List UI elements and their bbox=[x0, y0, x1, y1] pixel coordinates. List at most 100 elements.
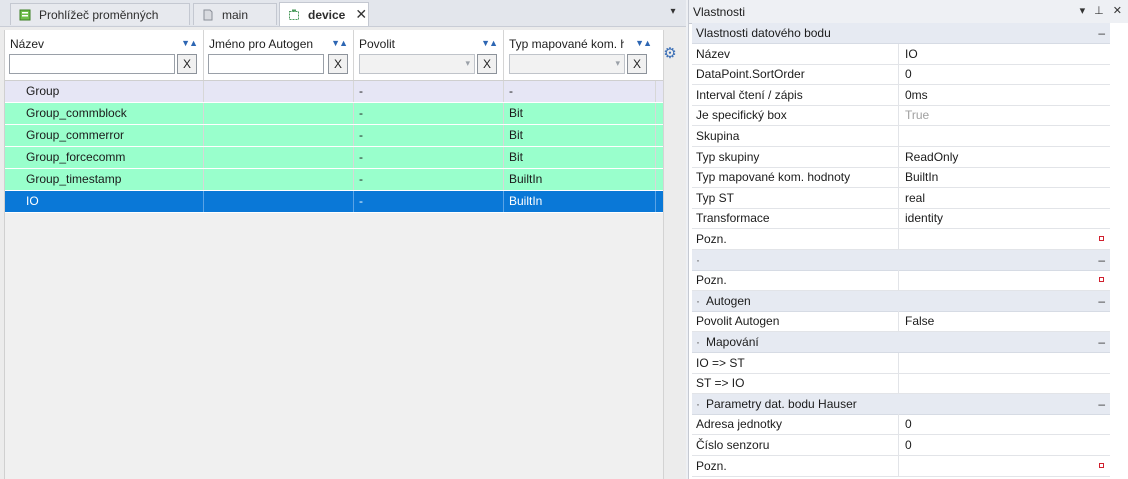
property-row[interactable]: Typ skupiny ReadOnly bbox=[692, 146, 1110, 168]
property-row[interactable]: Transformace identity bbox=[692, 208, 1110, 230]
expand-dot-icon[interactable]: · bbox=[696, 291, 706, 311]
property-row[interactable]: Povolit Autogen False bbox=[692, 311, 1110, 333]
column-header-nazev[interactable]: Název ▼▲ X bbox=[5, 30, 204, 80]
scrollbar[interactable] bbox=[1110, 23, 1128, 479]
property-value[interactable]: 0 bbox=[899, 435, 1110, 455]
cell-typ[interactable]: BuiltIn bbox=[504, 169, 656, 190]
property-value[interactable]: False bbox=[899, 311, 1110, 331]
collapse-icon[interactable]: – bbox=[1098, 332, 1105, 352]
cell-name[interactable]: Group bbox=[5, 81, 204, 102]
collapse-icon[interactable]: – bbox=[1098, 291, 1105, 311]
edit-text-icon[interactable] bbox=[1099, 277, 1104, 283]
filter-select-typ[interactable]: ▾ bbox=[509, 54, 625, 74]
cell-autogen[interactable] bbox=[204, 81, 354, 102]
table-row[interactable]: Group_forcecomm - Bit bbox=[5, 147, 663, 169]
cell-name[interactable]: IO bbox=[5, 191, 204, 212]
collapse-icon[interactable]: – bbox=[1098, 23, 1105, 43]
clear-filter-button[interactable]: X bbox=[328, 54, 348, 74]
tab-variable-viewer[interactable]: Prohlížeč proměnných bbox=[10, 3, 190, 25]
property-value[interactable] bbox=[899, 456, 1110, 476]
property-row[interactable]: Pozn. bbox=[692, 455, 1110, 477]
property-row[interactable]: Interval čtení / zápis 0ms bbox=[692, 84, 1110, 106]
cell-typ[interactable]: Bit bbox=[504, 125, 656, 146]
property-category[interactable]: · Mapování – bbox=[692, 332, 1110, 353]
cell-name[interactable]: Group_commblock bbox=[5, 103, 204, 124]
filter-input-autogen[interactable] bbox=[208, 54, 324, 74]
edit-text-icon[interactable] bbox=[1099, 462, 1104, 468]
sort-icon[interactable]: ▼▲ bbox=[635, 38, 652, 48]
property-category[interactable]: Vlastnosti datového bodu – bbox=[692, 23, 1110, 44]
cell-povolit[interactable]: - bbox=[354, 191, 504, 212]
expand-dot-icon[interactable]: · bbox=[696, 332, 706, 352]
property-value[interactable]: 0 bbox=[899, 64, 1110, 84]
property-row[interactable]: DataPoint.SortOrder 0 bbox=[692, 64, 1110, 86]
property-row[interactable]: IO => ST bbox=[692, 352, 1110, 374]
column-header-autogen[interactable]: Jméno pro Autogen ▼▲ X bbox=[204, 30, 354, 80]
property-category[interactable]: · Autogen – bbox=[692, 290, 1110, 312]
filter-select-povolit[interactable]: ▾ bbox=[359, 54, 475, 74]
filter-input-nazev[interactable] bbox=[9, 54, 175, 74]
close-icon[interactable]: ✕ bbox=[355, 6, 367, 23]
cell-povolit[interactable]: - bbox=[354, 147, 504, 168]
cell-typ[interactable]: Bit bbox=[504, 147, 656, 168]
cell-povolit[interactable]: - bbox=[354, 125, 504, 146]
pane-menu-icon[interactable]: ▾ bbox=[668, 6, 678, 18]
cell-autogen[interactable] bbox=[204, 103, 354, 124]
cell-povolit[interactable]: - bbox=[354, 81, 504, 102]
property-value[interactable] bbox=[899, 353, 1110, 373]
property-row[interactable]: Pozn. bbox=[692, 229, 1110, 250]
collapse-icon[interactable]: – bbox=[1098, 250, 1105, 270]
cell-name[interactable]: Group_forcecomm bbox=[5, 147, 204, 168]
tab-main[interactable]: main bbox=[193, 3, 277, 25]
property-row[interactable]: Je specifický box True bbox=[692, 105, 1110, 127]
gear-icon[interactable]: ⚙ bbox=[662, 46, 678, 62]
column-header-povolit[interactable]: Povolit ▼▲ ▾ X bbox=[354, 30, 504, 80]
property-row[interactable]: Pozn. bbox=[692, 270, 1110, 292]
property-value[interactable]: 0 bbox=[899, 414, 1110, 434]
table-row[interactable]: IO - BuiltIn bbox=[5, 191, 663, 213]
clear-filter-button[interactable]: X bbox=[477, 54, 497, 74]
cell-autogen[interactable] bbox=[204, 191, 354, 212]
property-value[interactable] bbox=[899, 270, 1110, 290]
cell-typ[interactable]: - bbox=[504, 81, 656, 102]
cell-povolit[interactable]: - bbox=[354, 103, 504, 124]
expand-dot-icon[interactable]: · bbox=[696, 250, 706, 270]
property-row[interactable]: ST => IO bbox=[692, 373, 1110, 395]
cell-name[interactable]: Group_commerror bbox=[5, 125, 204, 146]
table-row[interactable]: Group_commerror - Bit bbox=[5, 125, 663, 147]
cell-autogen[interactable] bbox=[204, 147, 354, 168]
property-row[interactable]: Typ mapované kom. hodnoty BuiltIn bbox=[692, 167, 1110, 189]
tab-device[interactable]: device ✕ bbox=[279, 2, 369, 26]
property-value[interactable] bbox=[899, 373, 1110, 393]
cell-name[interactable]: Group_timestamp bbox=[5, 169, 204, 190]
cell-autogen[interactable] bbox=[204, 169, 354, 190]
property-value[interactable]: ReadOnly bbox=[899, 147, 1110, 167]
property-category[interactable]: · – bbox=[692, 249, 1110, 271]
cell-autogen[interactable] bbox=[204, 125, 354, 146]
property-category[interactable]: · Parametry dat. bodu Hauser – bbox=[692, 393, 1110, 415]
cell-typ[interactable]: BuiltIn bbox=[504, 191, 656, 212]
table-row[interactable]: Group_timestamp - BuiltIn bbox=[5, 169, 663, 191]
sort-icon[interactable]: ▼▲ bbox=[331, 38, 348, 48]
property-row[interactable]: Skupina bbox=[692, 126, 1110, 147]
cell-typ[interactable]: Bit bbox=[504, 103, 656, 124]
property-value[interactable]: IO bbox=[899, 44, 1110, 64]
panel-window-buttons[interactable]: ▾ ⊥ ✕ bbox=[1080, 4, 1125, 17]
property-value[interactable]: identity bbox=[899, 208, 1110, 228]
property-value[interactable]: 0ms bbox=[899, 85, 1110, 105]
property-value[interactable]: real bbox=[899, 188, 1110, 208]
property-row[interactable]: Číslo senzoru 0 bbox=[692, 435, 1110, 456]
cell-povolit[interactable]: - bbox=[354, 169, 504, 190]
clear-filter-button[interactable]: X bbox=[177, 54, 197, 74]
property-row[interactable]: Typ ST real bbox=[692, 187, 1110, 209]
property-row[interactable]: Adresa jednotky 0 bbox=[692, 414, 1110, 436]
collapse-icon[interactable]: – bbox=[1098, 394, 1105, 414]
sort-icon[interactable]: ▼▲ bbox=[181, 38, 198, 48]
expand-dot-icon[interactable]: · bbox=[696, 394, 706, 414]
property-row[interactable]: Název IO bbox=[692, 43, 1110, 65]
column-header-typ[interactable]: Typ mapované kom. h ▼▲ ▾ X bbox=[504, 30, 663, 80]
sort-icon[interactable]: ▼▲ bbox=[481, 38, 498, 48]
clear-filter-button[interactable]: X bbox=[627, 54, 647, 74]
edit-text-icon[interactable] bbox=[1099, 236, 1104, 241]
property-value[interactable] bbox=[899, 126, 1110, 146]
